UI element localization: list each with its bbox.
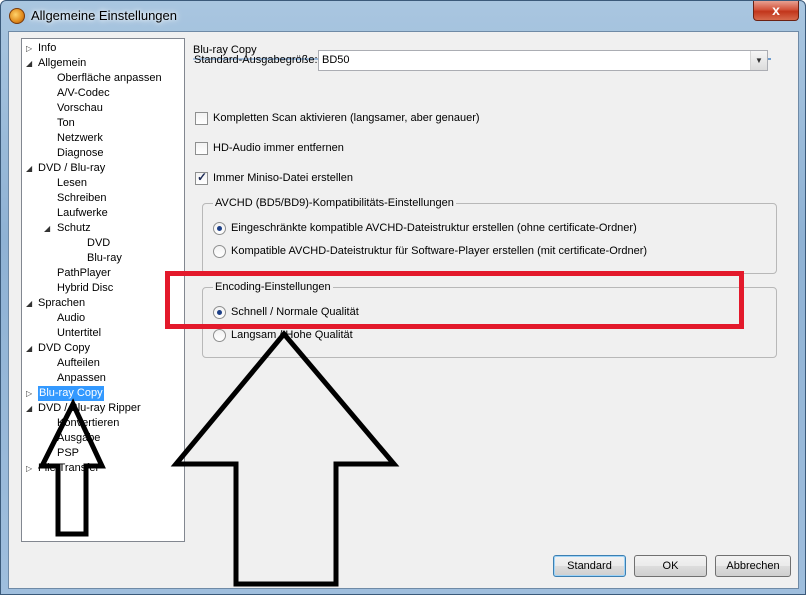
tree-item[interactable]: Schreiben	[22, 191, 184, 206]
close-button[interactable]: x	[753, 1, 799, 21]
window-title: Allgemeine Einstellungen	[31, 8, 177, 23]
tree-item[interactable]: Konvertieren	[22, 416, 184, 431]
tree-item[interactable]: PathPlayer	[22, 266, 184, 281]
tree-item-label: Audio	[57, 312, 86, 324]
tree-item[interactable]: Ausgabe	[22, 431, 184, 446]
tree-item-label: Anpassen	[57, 372, 106, 384]
tree-item-label: Aufteilen	[57, 357, 100, 369]
annotation-highlight-box	[165, 271, 744, 329]
title-bar[interactable]: Allgemeine Einstellungen x	[1, 1, 805, 31]
tree-item[interactable]: ▷ Info	[22, 41, 184, 56]
tree-item[interactable]: Audio	[22, 311, 184, 326]
tree-item[interactable]: PSP	[22, 446, 184, 461]
standard-button[interactable]: Standard	[553, 555, 626, 577]
tree-item[interactable]: DVD	[22, 236, 184, 251]
tree-item-label: Ausgabe	[57, 432, 101, 444]
checkbox-remove-hd-audio-label: HD-Audio immer entfernen	[213, 142, 344, 154]
tree-item-label: Netzwerk	[57, 132, 103, 144]
collapse-arrow-icon[interactable]: ◢	[26, 401, 32, 416]
tree-item[interactable]: Laufwerke	[22, 206, 184, 221]
checkbox-miniso-box[interactable]	[195, 171, 208, 185]
tree-item-label: Blu-ray	[87, 252, 122, 264]
tree-item[interactable]: Ton	[22, 116, 184, 131]
output-size-value: BD50	[322, 54, 350, 66]
output-size-label: Standard-Ausgabegröße:	[194, 54, 318, 66]
tree-item[interactable]: ▷ Blu-ray Copy	[22, 386, 184, 401]
expand-arrow-icon[interactable]: ▷	[26, 41, 32, 56]
tree-item[interactable]: Lesen	[22, 176, 184, 191]
tree-item[interactable]: Aufteilen	[22, 356, 184, 371]
tree-item[interactable]: Blu-ray	[22, 251, 184, 266]
tree-item-label: DVD / Blu-ray Ripper	[38, 402, 141, 414]
radio-encoding-slow-dot[interactable]	[213, 329, 226, 342]
collapse-arrow-icon[interactable]: ◢	[26, 341, 32, 356]
tree-item[interactable]: Netzwerk	[22, 131, 184, 146]
output-size-select[interactable]: BD50 ▼	[318, 50, 768, 71]
checkbox-miniso-label: Immer Miniso-Datei erstellen	[213, 172, 353, 184]
tree-item[interactable]: ▷ File Transfer	[22, 461, 184, 476]
tree-item-label: File Transfer	[38, 462, 100, 474]
collapse-arrow-icon[interactable]: ◢	[26, 296, 32, 311]
tree-item-label: A/V-Codec	[57, 87, 110, 99]
radio-encoding-slow-label: Langsam / Hohe Qualität	[231, 329, 353, 341]
tree-item[interactable]: Untertitel	[22, 326, 184, 341]
tree-item-label: Laufwerke	[57, 207, 108, 219]
tree-item-label: Diagnose	[57, 147, 104, 159]
tree-item-label: Info	[38, 42, 57, 54]
tree-item-label: Allgemein	[38, 57, 87, 69]
tree-item[interactable]: Vorschau	[22, 101, 184, 116]
settings-tree[interactable]: ▷ Info ◢ Allgemein Oberfläche anpassen A/V-Co…	[21, 38, 185, 542]
app-logo-icon	[9, 8, 25, 24]
radio-avchd-compatible-dot[interactable]	[213, 245, 226, 258]
tree-item[interactable]: Hybrid Disc	[22, 281, 184, 296]
tree-item[interactable]: Oberfläche anpassen	[22, 71, 184, 86]
tree-item-label: DVD / Blu-ray	[38, 162, 106, 174]
tree-item-label: Schutz	[57, 222, 91, 234]
collapse-arrow-icon[interactable]: ◢	[44, 221, 50, 236]
ok-button[interactable]: OK	[634, 555, 707, 577]
tree-item[interactable]: ◢ Sprachen	[22, 296, 184, 311]
tree-item[interactable]: ◢ Allgemein	[22, 56, 184, 71]
tree-item-label: PSP	[57, 447, 80, 459]
expand-arrow-icon[interactable]: ▷	[26, 461, 32, 476]
tree-item[interactable]: Anpassen	[22, 371, 184, 386]
tree-item-label: PathPlayer	[57, 267, 111, 279]
tree-item[interactable]: ◢ DVD / Blu-ray Ripper	[22, 401, 184, 416]
tree-item-label: Konvertieren	[57, 417, 120, 429]
tree-item[interactable]: Diagnose	[22, 146, 184, 161]
avchd-group-legend: AVCHD (BD5/BD9)-Kompatibilitäts-Einstell…	[213, 197, 456, 209]
cancel-button[interactable]: Abbrechen	[715, 555, 791, 577]
tree-item[interactable]: A/V-Codec	[22, 86, 184, 101]
tree-item[interactable]: ◢ Schutz	[22, 221, 184, 236]
tree-item-label: Ton	[57, 117, 75, 129]
tree-item[interactable]: ◢ DVD Copy	[22, 341, 184, 356]
tree-item-label: DVD	[87, 237, 111, 249]
checkbox-full-scan-label: Kompletten Scan aktivieren (langsamer, a…	[213, 112, 480, 124]
tree-item[interactable]: ◢ DVD / Blu-ray	[22, 161, 184, 176]
radio-avchd-compatible-label: Kompatible AVCHD-Dateistruktur für Softw…	[231, 245, 648, 257]
tree-item-label: Blu-ray Copy	[38, 386, 104, 401]
tree-item-label: Hybrid Disc	[57, 282, 114, 294]
chevron-down-icon[interactable]: ▼	[750, 51, 767, 70]
expand-arrow-icon[interactable]: ▷	[26, 386, 32, 401]
tree-item-label: Schreiben	[57, 192, 107, 204]
avchd-groupbox	[202, 203, 777, 274]
tree-item-label: Vorschau	[57, 102, 103, 114]
tree-item-label: Untertitel	[57, 327, 102, 339]
tree-item-label: Oberfläche anpassen	[57, 72, 162, 84]
checkbox-full-scan-box[interactable]	[195, 112, 208, 125]
tree-item-label: DVD Copy	[38, 342, 90, 354]
checkbox-remove-hd-audio-box[interactable]	[195, 142, 208, 155]
collapse-arrow-icon[interactable]: ◢	[26, 56, 32, 71]
collapse-arrow-icon[interactable]: ◢	[26, 161, 32, 176]
radio-avchd-restricted-dot[interactable]	[213, 222, 226, 235]
tree-item-label: Lesen	[57, 177, 87, 189]
tree-item-label: Sprachen	[38, 297, 86, 309]
radio-avchd-restricted-label: Eingeschränkte kompatible AVCHD-Dateistr…	[231, 222, 637, 234]
